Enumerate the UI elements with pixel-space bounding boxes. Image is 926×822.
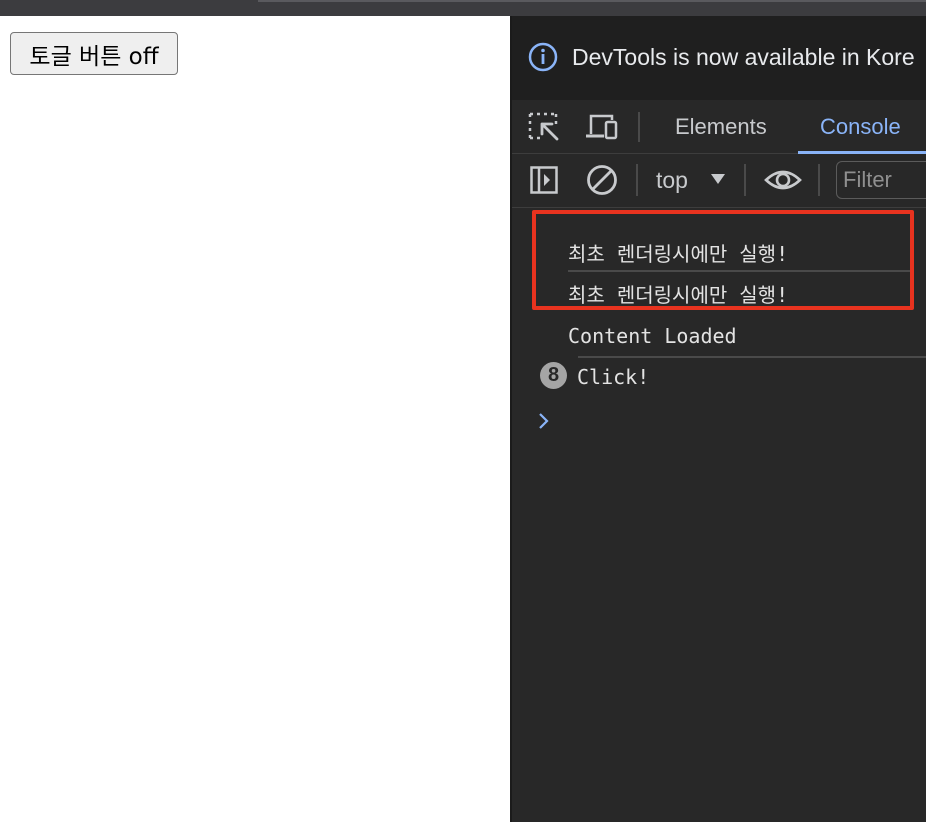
devtools-panel: DevTools is now available in Kore Elemen… (510, 16, 926, 822)
toggle-button[interactable]: 토글 버튼 off (10, 32, 178, 75)
highlight-annotation (532, 210, 914, 310)
device-toolbar-icon[interactable] (584, 112, 618, 142)
eye-icon[interactable] (764, 166, 802, 194)
console-toolbar: top (512, 154, 926, 208)
browser-top-strip (0, 0, 926, 16)
toolbar-divider (638, 112, 640, 142)
toolbar-divider (818, 164, 820, 196)
repeat-count-badge: 8 (540, 362, 567, 389)
tab-elements[interactable]: Elements (675, 100, 767, 154)
browser-tab-edge (258, 0, 926, 2)
page-viewport: 토글 버튼 off (0, 16, 510, 822)
toolbar-divider (744, 164, 746, 196)
info-icon (528, 42, 558, 72)
filter-field[interactable] (836, 161, 926, 199)
devtools-info-bar: DevTools is now available in Kore (512, 16, 926, 100)
toolbar-divider (636, 164, 638, 196)
tab-console[interactable]: Console (820, 100, 901, 154)
info-bar-text: DevTools is now available in Kore (572, 44, 915, 70)
context-selector[interactable]: top (656, 167, 688, 194)
console-prompt-chevron-icon[interactable] (536, 411, 552, 431)
inspect-element-icon[interactable] (528, 112, 560, 142)
clear-console-icon[interactable] (586, 164, 618, 196)
sidebar-toggle-icon[interactable] (530, 166, 558, 194)
console-message: Click! (577, 365, 650, 389)
console-message: Content Loaded (568, 324, 737, 348)
devtools-tab-bar: Elements Console (512, 100, 926, 154)
chevron-down-icon[interactable] (710, 172, 726, 186)
filter-input[interactable] (837, 162, 926, 198)
message-divider (578, 356, 926, 358)
